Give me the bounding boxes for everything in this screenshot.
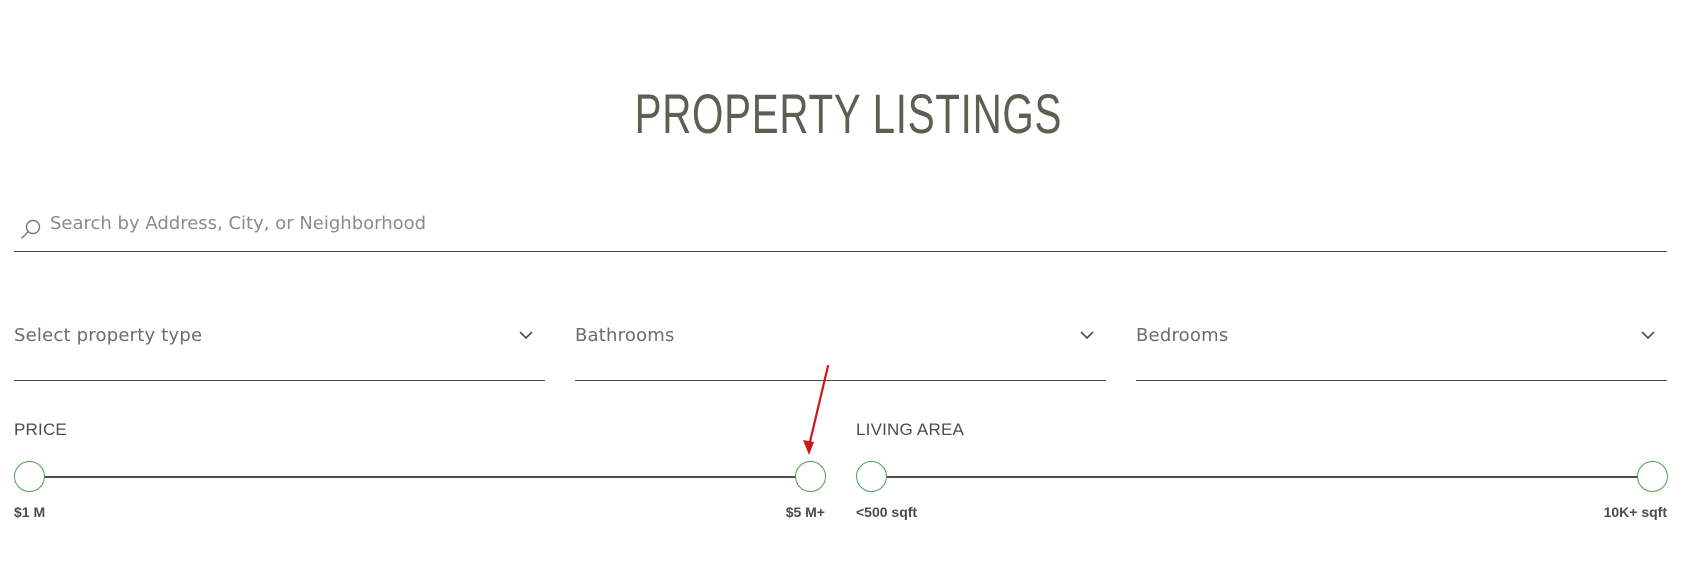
page-title: PROPERTY LISTINGS — [634, 82, 1063, 145]
living-area-slider-track[interactable] — [871, 476, 1652, 478]
price-min-label: $1 M — [14, 504, 46, 520]
living-area-title: LIVING AREA — [856, 420, 965, 439]
bedrooms-label: Bedrooms — [1136, 325, 1229, 346]
bathrooms-label: Bathrooms — [575, 325, 675, 346]
price-max-label: $5 M+ — [785, 504, 825, 520]
chevron-down-icon — [519, 331, 533, 340]
property-type-label: Select property type — [14, 325, 203, 346]
living-area-min-label: <500 sqft — [856, 504, 918, 520]
living-area-max-label: 10K+ sqft — [1603, 504, 1667, 520]
bathrooms-select[interactable]: Bathrooms — [575, 312, 1106, 381]
property-type-select[interactable]: Select property type — [14, 312, 545, 381]
search-input[interactable] — [50, 208, 1550, 239]
search-icon — [21, 219, 41, 239]
property-listings-page: PROPERTY LISTINGS Select property type B… — [0, 0, 1697, 568]
price-slider-track[interactable] — [29, 476, 810, 478]
bedrooms-select[interactable]: Bedrooms — [1136, 312, 1667, 381]
search-bar — [14, 196, 1667, 252]
chevron-down-icon — [1080, 331, 1094, 340]
living-area-max-handle[interactable] — [1637, 461, 1668, 492]
price-title: PRICE — [14, 420, 67, 439]
price-min-handle[interactable] — [14, 461, 45, 492]
chevron-down-icon — [1641, 331, 1655, 340]
living-area-min-handle[interactable] — [856, 461, 887, 492]
price-max-handle[interactable] — [795, 461, 826, 492]
